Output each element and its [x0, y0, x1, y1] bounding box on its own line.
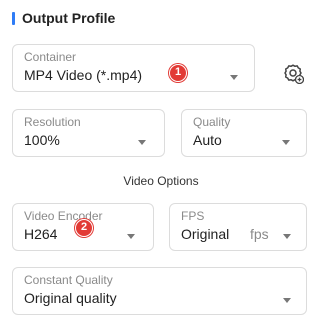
video-encoder-value: H264: [24, 226, 58, 242]
resolution-select[interactable]: Resolution 100%: [12, 109, 165, 157]
step-badge-1: 1: [169, 64, 187, 82]
section-header: Output Profile: [12, 10, 115, 26]
fps-label: FPS: [181, 209, 205, 223]
chevron-down-icon: [230, 75, 238, 80]
chevron-down-icon: [138, 140, 146, 145]
video-options-heading: Video Options: [123, 174, 199, 188]
constant-quality-label: Constant Quality: [24, 273, 113, 287]
quality-select[interactable]: Quality Auto: [181, 109, 307, 157]
chevron-down-icon: [283, 234, 291, 239]
fps-value: Original: [181, 226, 230, 242]
chevron-down-icon: [127, 234, 135, 239]
chevron-down-icon: [283, 298, 291, 303]
container-select[interactable]: Container MP4 Video (*.mp4) 1: [12, 44, 255, 92]
fps-select[interactable]: FPS Original fps: [169, 203, 307, 251]
quality-label: Quality: [193, 115, 231, 129]
video-encoder-label: Video Encoder: [24, 209, 103, 223]
resolution-label: Resolution: [24, 115, 81, 129]
constant-quality-value: Original quality: [24, 290, 117, 306]
container-value: MP4 Video (*.mp4): [24, 67, 143, 83]
accent-bar: [12, 11, 15, 25]
video-encoder-select[interactable]: Video Encoder H264 2: [12, 203, 154, 251]
resolution-value: 100%: [24, 132, 60, 148]
constant-quality-select[interactable]: Constant Quality Original quality: [12, 267, 307, 315]
container-label: Container: [24, 50, 77, 64]
chevron-down-icon: [282, 140, 290, 145]
fps-unit: fps: [250, 226, 269, 242]
quality-value: Auto: [193, 132, 222, 148]
step-badge-2: 2: [75, 219, 93, 237]
section-title: Output Profile: [22, 10, 116, 26]
gear-add-icon[interactable]: [282, 62, 304, 84]
